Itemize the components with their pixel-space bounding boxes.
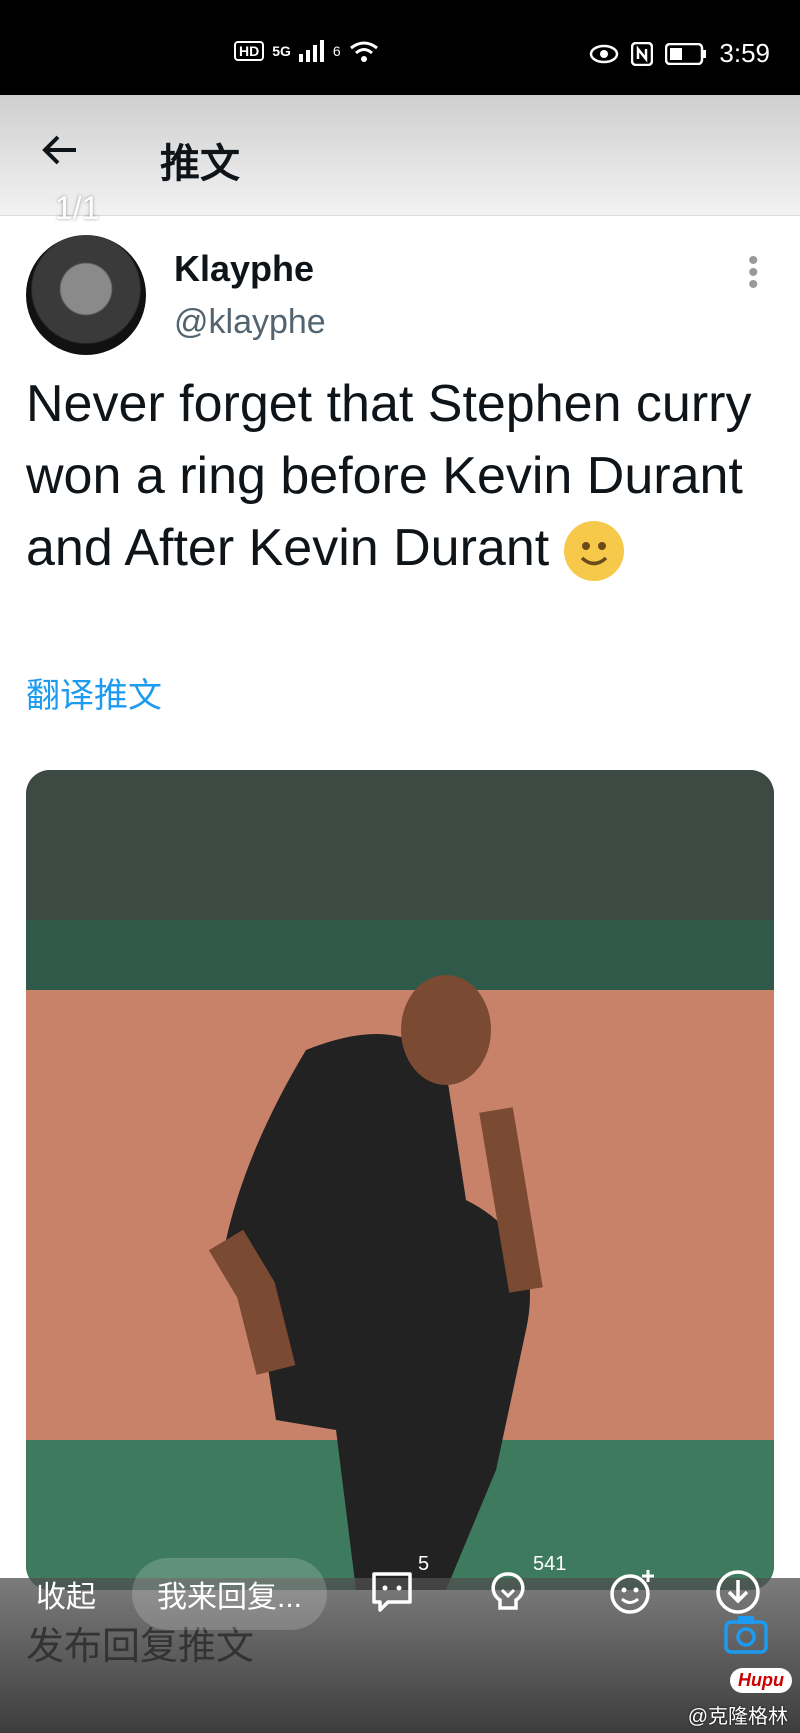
collapse-button[interactable]: 收起 xyxy=(36,1572,96,1616)
comment-count: 5 xyxy=(418,1553,430,1575)
more-options-icon[interactable]: • • • xyxy=(748,246,759,300)
eye-icon xyxy=(590,44,619,63)
translate-tweet-link[interactable]: 翻译推文 xyxy=(26,668,162,717)
battery-icon xyxy=(665,42,707,65)
network-label: 5G xyxy=(272,43,291,59)
clock: 3:59 xyxy=(719,38,770,68)
smiling-face-emoji-icon xyxy=(563,521,624,582)
status-bar: HD 5G 6 3:59 xyxy=(0,0,800,95)
comment-icon[interactable] xyxy=(368,1568,416,1616)
watermark-credit: @克隆格林 xyxy=(687,1706,788,1728)
tweet-text: Never forget that Stephen curry won a ri… xyxy=(26,375,752,577)
nfc-icon xyxy=(631,41,654,66)
signal-icon xyxy=(298,40,324,62)
hd-badge: HD xyxy=(234,41,265,61)
display-name[interactable]: Klayphe xyxy=(174,248,314,290)
camera-icon[interactable] xyxy=(722,1610,770,1658)
lightbulb-icon[interactable] xyxy=(484,1568,532,1616)
avatar[interactable] xyxy=(26,235,146,355)
arrow-left-icon[interactable] xyxy=(40,130,80,178)
reply-input[interactable]: 我来回复... xyxy=(132,1558,327,1630)
tweet-text-block: Never forget that Stephen curry won a ri… xyxy=(26,368,766,584)
wifi-icon xyxy=(349,41,378,62)
tweet-image[interactable] xyxy=(26,770,774,1590)
header: 推文 xyxy=(0,95,800,216)
user-handle[interactable]: @klayphe xyxy=(174,303,326,342)
like-count: 541 xyxy=(533,1553,567,1575)
status-right: 3:59 xyxy=(589,38,770,69)
reply-placeholder: 我来回复... xyxy=(156,1581,302,1614)
hupu-logo: Hupu xyxy=(730,1668,792,1693)
status-left: HD 5G 6 xyxy=(234,40,379,62)
pager-indicator: 1/1 xyxy=(55,190,100,226)
wifi-label: 6 xyxy=(332,43,341,59)
download-icon[interactable] xyxy=(714,1568,762,1616)
emoji-add-icon[interactable] xyxy=(608,1568,656,1616)
page-title: 推文 xyxy=(160,142,240,186)
